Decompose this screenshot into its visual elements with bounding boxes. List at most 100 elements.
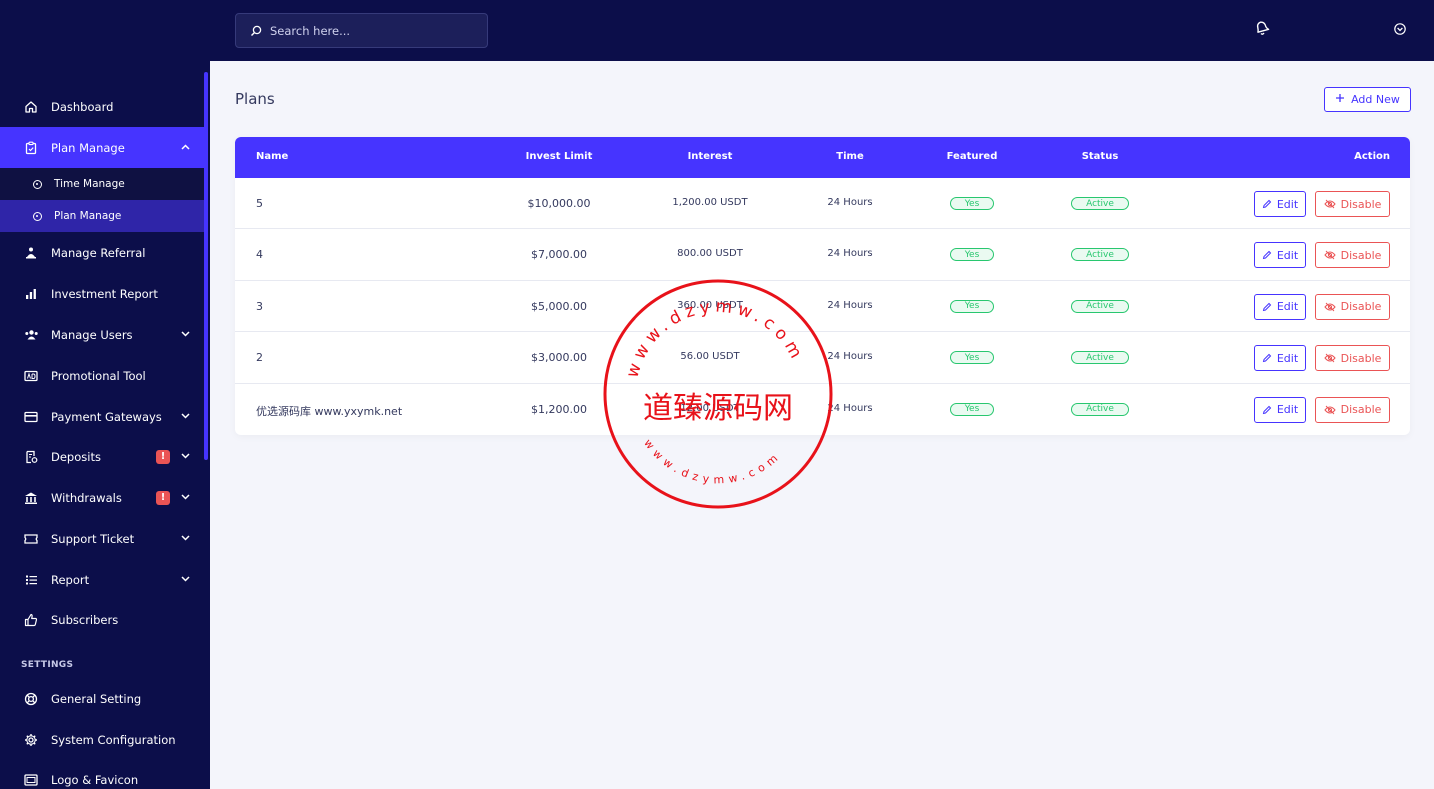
cell-time: 24 Hours: [827, 197, 873, 208]
credit-card-icon: [23, 409, 39, 425]
edit-label: Edit: [1276, 300, 1299, 314]
cell-invest-limit: $3,000.00: [531, 351, 587, 365]
edit-button[interactable]: Edit: [1254, 293, 1306, 320]
chevron-down-circle-icon[interactable]: [1393, 21, 1407, 35]
receipt-icon: [23, 449, 39, 465]
home-icon: [23, 99, 39, 115]
cell-time: 24 Hours: [827, 402, 873, 414]
cell-invest-limit: $7,000.00: [531, 248, 587, 262]
status-badge: Active: [1071, 248, 1129, 262]
watermark-ring-text-bottom: www.dzymw.com: [641, 437, 784, 487]
disable-label: Disable: [1340, 403, 1382, 417]
sidebar-item-promotional-tool[interactable]: Promotional Tool: [0, 355, 204, 396]
header-invest-limit: Invest Limit: [525, 151, 593, 162]
featured-badge: Yes: [950, 402, 994, 416]
status-badge: Active: [1071, 402, 1129, 416]
sidebar-item-label: Investment Report: [51, 286, 158, 301]
search-icon: [250, 25, 262, 37]
disable-button[interactable]: Disable: [1315, 396, 1390, 423]
cell-time: 24 Hours: [827, 299, 873, 311]
sidebar-item-label: Logo & Favicon: [51, 772, 139, 787]
cell-invest-limit: $5,000.00: [531, 299, 587, 313]
cell-name: 2: [256, 351, 263, 365]
cell-name: 优选源码库 www.yxymk.net: [256, 404, 403, 418]
sidebar-item-label: Plan Manage: [51, 140, 125, 155]
alert-badge: !: [156, 490, 170, 505]
sidebar-item-label: Support Ticket: [51, 531, 135, 546]
sidebar-item-manage-referral[interactable]: Manage Referral: [0, 232, 204, 273]
sidebar-item-report[interactable]: Report: [0, 559, 204, 600]
sidebar-item-label: System Configuration: [51, 732, 176, 747]
edit-label: Edit: [1276, 351, 1299, 365]
add-new-button[interactable]: Add New: [1324, 87, 1411, 112]
users-icon: [23, 327, 39, 343]
pencil-icon: [1262, 405, 1272, 415]
sidebar-item-general-setting[interactable]: General Setting: [0, 678, 204, 719]
edit-button[interactable]: Edit: [1254, 191, 1306, 217]
gear-icon: [23, 732, 39, 748]
sidebar: Dashboard Plan Manage Time Manage Plan M…: [0, 0, 210, 789]
edit-button[interactable]: Edit: [1254, 242, 1306, 269]
circle-dot-icon: [33, 211, 42, 221]
bank-icon: [23, 490, 39, 506]
sidebar-subitem-time-manage[interactable]: Time Manage: [0, 168, 204, 200]
life-ring-icon: [23, 691, 39, 707]
eye-slash-icon: [1323, 353, 1336, 363]
sidebar-item-subscribers[interactable]: Subscribers: [0, 599, 204, 640]
chevron-down-icon: [178, 329, 192, 340]
search-input[interactable]: [270, 23, 460, 38]
bar-chart-icon: [23, 286, 39, 302]
sidebar-item-withdrawals[interactable]: Withdrawals !: [0, 477, 204, 518]
table-body: 5 $10,000.00 1,200.00 USDT 24 Hours Yes Activ…: [235, 178, 1410, 435]
sidebar-item-label: Report: [51, 572, 90, 587]
disable-label: Disable: [1340, 351, 1382, 365]
sidebar-item-dashboard[interactable]: Dashboard: [0, 86, 204, 127]
sidebar-subitem-plan-manage[interactable]: Plan Manage: [0, 200, 204, 232]
sidebar-item-system-configuration[interactable]: System Configuration: [0, 719, 204, 760]
disable-button[interactable]: Disable: [1315, 191, 1390, 217]
cell-interest: 56.00 USDT: [680, 351, 740, 363]
disable-label: Disable: [1340, 248, 1382, 262]
table-row: 2 $3,000.00 56.00 USDT 24 Hours Yes Active Edi…: [235, 332, 1410, 384]
sidebar-item-manage-users[interactable]: Manage Users: [0, 314, 204, 355]
sidebar-item-payment-gateways[interactable]: Payment Gateways: [0, 396, 204, 437]
search-box[interactable]: [235, 13, 488, 48]
cell-invest-limit: $10,000.00: [527, 197, 591, 210]
cell-time: 24 Hours: [827, 351, 873, 363]
edit-label: Edit: [1276, 403, 1299, 417]
header-name: Name: [256, 151, 289, 162]
edit-button[interactable]: Edit: [1254, 345, 1306, 372]
chevron-down-icon: [178, 451, 192, 462]
sidebar-item-label: Withdrawals: [51, 490, 122, 505]
cell-name: 4: [256, 248, 263, 262]
sidebar-item-label: Subscribers: [51, 612, 119, 627]
cell-time: 24 Hours: [827, 248, 873, 260]
eye-slash-icon: [1323, 250, 1336, 260]
eye-slash-icon: [1323, 199, 1336, 209]
ticket-icon: [23, 531, 39, 547]
thumbs-up-icon: [23, 612, 39, 628]
top-bar: [210, 0, 1434, 61]
clipboard-icon: [23, 140, 39, 156]
edit-button[interactable]: Edit: [1254, 396, 1306, 423]
users-tree-icon: [23, 245, 39, 261]
disable-button[interactable]: Disable: [1315, 242, 1390, 269]
alert-badge: !: [156, 449, 170, 464]
sidebar-item-investment-report[interactable]: Investment Report: [0, 273, 204, 314]
pencil-icon: [1262, 199, 1272, 209]
ad-icon: [23, 368, 39, 384]
disable-label: Disable: [1340, 300, 1382, 314]
add-new-label: Add New: [1351, 93, 1400, 106]
disable-button[interactable]: Disable: [1315, 345, 1390, 372]
featured-badge: Yes: [950, 248, 994, 262]
disable-button[interactable]: Disable: [1315, 293, 1390, 320]
cell-interest: 360.00 USDT: [677, 299, 743, 311]
pencil-icon: [1262, 302, 1272, 312]
chevron-down-icon: [178, 574, 192, 585]
sidebar-item-logo-favicon[interactable]: Logo & Favicon: [0, 759, 204, 789]
sidebar-item-plan-manage[interactable]: Plan Manage: [0, 127, 204, 168]
bell-icon[interactable]: [1253, 19, 1271, 37]
sidebar-scrollbar[interactable]: [204, 72, 208, 460]
sidebar-item-support-ticket[interactable]: Support Ticket: [0, 518, 204, 559]
sidebar-item-deposits[interactable]: Deposits !: [0, 436, 204, 477]
